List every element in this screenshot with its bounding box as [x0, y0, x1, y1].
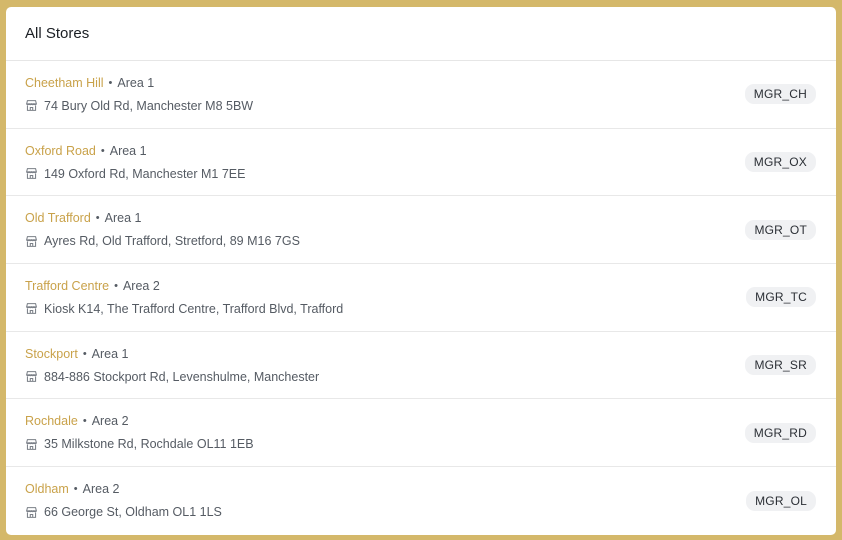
separator-dot: •: [108, 76, 113, 89]
store-address-line: 66 George St, Oldham OL1 1LS: [25, 505, 222, 519]
separator-dot: •: [100, 144, 105, 157]
store-address-line: 74 Bury Old Rd, Manchester M8 5BW: [25, 99, 253, 113]
store-address-line: 35 Milkstone Rd, Rochdale OL11 1EB: [25, 437, 254, 451]
store-name[interactable]: Oldham: [25, 482, 69, 496]
store-row-stockport[interactable]: Stockport • Area 1 884-886 Stockport Rd,…: [6, 332, 836, 400]
store-code-badge: MGR_CH: [744, 84, 816, 105]
page-title: All Stores: [25, 25, 90, 42]
separator-dot: •: [82, 347, 87, 360]
store-code-badge: MGR_RD: [744, 422, 816, 443]
store-address: Kiosk K14, The Trafford Centre, Trafford…: [44, 301, 344, 316]
store-title-line: Oldham • Area 2: [25, 482, 222, 496]
store-address: 35 Milkstone Rd, Rochdale OL11 1EB: [44, 437, 254, 452]
separator-dot: •: [82, 415, 87, 428]
store-name[interactable]: Cheetham Hill: [25, 76, 104, 90]
store-code-badge: MGR_OL: [746, 490, 816, 511]
store-name[interactable]: Rochdale: [25, 414, 78, 428]
store-name[interactable]: Trafford Centre: [25, 279, 109, 293]
store-code-badge: MGR_OT: [745, 219, 816, 240]
store-info: Stockport • Area 1 884-886 Stockport Rd,…: [25, 347, 319, 384]
store-area: Area 1: [91, 346, 129, 361]
store-info: Old Trafford • Area 1 Ayres Rd, Old Traf…: [25, 211, 300, 248]
store-info: Oldham • Area 2 66 George St, Oldham OL1…: [25, 482, 222, 519]
store-address-line: Ayres Rd, Old Trafford, Stretford, 89 M1…: [25, 234, 300, 248]
store-name[interactable]: Old Trafford: [25, 211, 91, 225]
store-info: Trafford Centre • Area 2 Kiosk K14, The …: [25, 279, 343, 316]
storefront-icon: [25, 302, 38, 315]
store-area: Area 2: [91, 414, 129, 429]
store-row-old-trafford[interactable]: Old Trafford • Area 1 Ayres Rd, Old Traf…: [6, 196, 836, 265]
store-code-badge: MGR_OX: [744, 152, 816, 173]
storefront-icon: [25, 438, 38, 451]
store-code-badge: MGR_SR: [745, 355, 816, 376]
panel-header: All Stores: [6, 7, 836, 61]
store-area: Area 1: [109, 143, 147, 158]
store-name[interactable]: Oxford Road: [25, 144, 96, 158]
store-area: Area 1: [104, 211, 142, 226]
store-address: Ayres Rd, Old Trafford, Stretford, 89 M1…: [44, 234, 300, 249]
storefront-icon: [25, 99, 38, 112]
storefront-icon: [25, 370, 38, 383]
store-info: Rochdale • Area 2 35 Milkstone Rd, Rochd…: [25, 414, 254, 451]
store-row-cheetham-hill[interactable]: Cheetham Hill • Area 1 74 Bury Old Rd, M…: [6, 61, 836, 129]
store-title-line: Rochdale • Area 2: [25, 414, 254, 428]
separator-dot: •: [95, 212, 100, 225]
store-area: Area 2: [122, 278, 160, 293]
store-title-line: Cheetham Hill • Area 1: [25, 76, 253, 90]
store-title-line: Oxford Road • Area 1: [25, 144, 245, 158]
store-title-line: Trafford Centre • Area 2: [25, 279, 343, 293]
store-info: Cheetham Hill • Area 1 74 Bury Old Rd, M…: [25, 76, 253, 113]
store-row-trafford-centre[interactable]: Trafford Centre • Area 2 Kiosk K14, The …: [6, 264, 836, 332]
store-row-rochdale[interactable]: Rochdale • Area 2 35 Milkstone Rd, Rochd…: [6, 399, 836, 468]
store-title-line: Old Trafford • Area 1: [25, 211, 300, 225]
store-address-line: Kiosk K14, The Trafford Centre, Trafford…: [25, 302, 343, 316]
store-address-line: 884-886 Stockport Rd, Levenshulme, Manch…: [25, 370, 319, 384]
store-address: 884-886 Stockport Rd, Levenshulme, Manch…: [44, 369, 320, 384]
store-title-line: Stockport • Area 1: [25, 347, 319, 361]
storefront-icon: [25, 235, 38, 248]
store-code-badge: MGR_TC: [746, 287, 816, 308]
store-address: 66 George St, Oldham OL1 1LS: [44, 505, 222, 520]
store-row-oxford-road[interactable]: Oxford Road • Area 1 149 Oxford Rd, Manc…: [6, 129, 836, 197]
store-row-oldham[interactable]: Oldham • Area 2 66 George St, Oldham OL1…: [6, 467, 836, 535]
store-address: 74 Bury Old Rd, Manchester M8 5BW: [44, 98, 254, 113]
store-area: Area 1: [117, 75, 155, 90]
store-address-line: 149 Oxford Rd, Manchester M1 7EE: [25, 167, 245, 181]
store-area: Area 2: [82, 482, 120, 497]
store-info: Oxford Road • Area 1 149 Oxford Rd, Manc…: [25, 144, 245, 181]
storefront-icon: [25, 506, 38, 519]
separator-dot: •: [73, 483, 78, 496]
storefront-icon: [25, 167, 38, 180]
store-name[interactable]: Stockport: [25, 347, 78, 361]
stores-panel: All Stores Cheetham Hill • Area 1 74 Bur…: [6, 7, 836, 535]
separator-dot: •: [114, 279, 118, 292]
store-address: 149 Oxford Rd, Manchester M1 7EE: [44, 166, 246, 181]
